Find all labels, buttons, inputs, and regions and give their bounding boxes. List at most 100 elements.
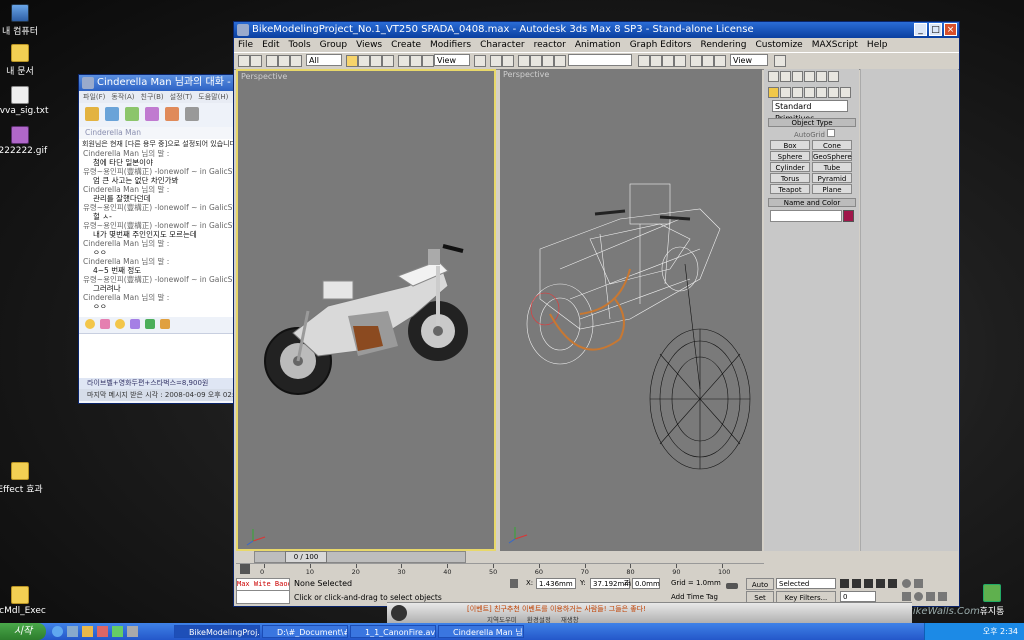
primitive-type-dropdown[interactable]: Standard Primitives	[772, 100, 848, 123]
create-torus-button[interactable]: Torus	[770, 173, 810, 183]
object-color-swatch[interactable]	[843, 210, 854, 222]
menu-character[interactable]: Character	[480, 38, 524, 52]
pan-icon[interactable]	[902, 592, 911, 601]
schematic-view-icon[interactable]	[674, 55, 686, 67]
field-of-view-icon[interactable]	[926, 592, 935, 601]
rotate-icon[interactable]	[410, 55, 422, 67]
create-tab-icon[interactable]	[768, 71, 779, 82]
play-icon[interactable]	[391, 605, 407, 621]
nateon-menu-action[interactable]: 동작(A)	[111, 91, 134, 103]
current-frame-field[interactable]: 0	[840, 591, 876, 602]
autogrid-checkbox[interactable]: AutoGrid	[794, 129, 836, 139]
bind-space-warp-icon[interactable]	[290, 55, 302, 67]
ie-icon[interactable]	[52, 626, 63, 637]
quick-render-icon[interactable]	[774, 55, 786, 67]
curve-editor-icon[interactable]	[662, 55, 674, 67]
create-geosphere-button[interactable]: GeoSphere	[812, 151, 852, 161]
orbit-icon[interactable]	[914, 592, 923, 601]
lock-selection-icon[interactable]	[510, 579, 518, 588]
snap-icon[interactable]	[518, 55, 530, 67]
name-and-color-rollout[interactable]: Name and Color	[768, 198, 856, 207]
menu-create[interactable]: Create	[391, 38, 421, 52]
percent-snap-icon[interactable]	[542, 55, 554, 67]
menu-reactor[interactable]: reactor	[534, 38, 566, 52]
selection-filter-dropdown[interactable]: All	[306, 54, 342, 66]
lights-icon[interactable]	[792, 87, 803, 98]
angle-snap-icon[interactable]	[530, 55, 542, 67]
maximize-viewport-icon[interactable]	[938, 592, 947, 601]
message-input[interactable]	[79, 333, 237, 378]
add-time-tag-button[interactable]: Add Time Tag	[671, 593, 718, 601]
menu-file[interactable]: File	[238, 38, 253, 52]
redo-icon[interactable]	[250, 55, 262, 67]
layer-manager-icon[interactable]	[650, 55, 662, 67]
render-setup-icon[interactable]	[702, 55, 714, 67]
track-bar[interactable]: 0 10 20 30 40 50 60 70 80 90 100	[236, 563, 764, 577]
pivot-icon[interactable]	[474, 55, 486, 67]
call-icon[interactable]	[125, 107, 139, 121]
menu-help[interactable]: Help	[867, 38, 888, 52]
menu-graph-editors[interactable]: Graph Editors	[630, 38, 692, 52]
media-icon[interactable]	[82, 626, 93, 637]
sticker-icon[interactable]	[130, 319, 140, 329]
desktop-icon-effect[interactable]: Effect 효과	[0, 462, 50, 495]
nateon-ad[interactable]: 라이브벨+영화두편+스타벅스=8,900원	[79, 378, 237, 389]
menu-group[interactable]: Group	[320, 38, 347, 52]
pen-icon[interactable]	[160, 319, 170, 329]
play-icon[interactable]	[864, 579, 873, 588]
helpers-icon[interactable]	[816, 87, 827, 98]
object-type-rollout[interactable]: Object Type	[768, 118, 856, 127]
menu-views[interactable]: Views	[356, 38, 382, 52]
motion-tab-icon[interactable]	[804, 71, 815, 82]
app-icon[interactable]	[97, 626, 108, 637]
create-sphere-button[interactable]: Sphere	[770, 151, 810, 161]
menu-customize[interactable]: Customize	[755, 38, 802, 52]
task-explorer[interactable]: D:\#_Document\#...	[262, 625, 348, 638]
nateon-menu-help[interactable]: 도움말(H)	[198, 91, 228, 103]
create-teapot-button[interactable]: Teapot	[770, 184, 810, 194]
block-icon[interactable]	[185, 107, 199, 121]
create-cylinder-button[interactable]: Cylinder	[770, 162, 810, 172]
close-button[interactable]: ×	[944, 23, 957, 36]
desktop-icon-txt[interactable]: divva_sig.txt	[0, 86, 50, 116]
scale-icon[interactable]	[422, 55, 434, 67]
create-plane-button[interactable]: Plane	[812, 184, 852, 194]
z-coordinate-field[interactable]: 0.0mm	[632, 578, 660, 589]
create-cone-button[interactable]: Cone	[812, 140, 852, 150]
auto-key-button[interactable]: Auto Key	[746, 578, 774, 601]
modify-tab-icon[interactable]	[780, 71, 791, 82]
emoticon-icon[interactable]	[115, 319, 125, 329]
start-button[interactable]: 시작	[0, 623, 46, 640]
material-editor-icon[interactable]	[690, 55, 702, 67]
previous-frame-icon[interactable]	[852, 579, 861, 588]
render-view-dropdown[interactable]: View	[730, 54, 768, 66]
align-icon[interactable]	[502, 55, 514, 67]
go-to-end-icon[interactable]	[888, 579, 897, 588]
desktop-icon-my-computer[interactable]: 내 컴퓨터	[0, 4, 50, 37]
systems-icon[interactable]	[840, 87, 851, 98]
task-3dsmax[interactable]: BikeModelingProj...	[174, 625, 260, 638]
hierarchy-tab-icon[interactable]	[792, 71, 803, 82]
region-select-icon[interactable]	[370, 55, 382, 67]
viewport-perspective-wireframe[interactable]: Perspective	[500, 69, 762, 551]
x-coordinate-field[interactable]: 1.436mm	[536, 578, 576, 589]
menu-animation[interactable]: Animation	[575, 38, 621, 52]
task-nateon-chat[interactable]: Cinderella Man 님...	[438, 625, 524, 638]
cameras-icon[interactable]	[804, 87, 815, 98]
menu-tools[interactable]: Tools	[289, 38, 311, 52]
maximize-button[interactable]: □	[929, 23, 942, 36]
create-tube-button[interactable]: Tube	[812, 162, 852, 172]
undo-icon[interactable]	[238, 55, 250, 67]
create-box-button[interactable]: Box	[770, 140, 810, 150]
key-icon[interactable]	[726, 583, 738, 589]
select-by-name-icon[interactable]	[358, 55, 370, 67]
menu-rendering[interactable]: Rendering	[701, 38, 747, 52]
key-mode-dropdown[interactable]: Selected	[776, 578, 836, 589]
next-frame-icon[interactable]	[876, 579, 885, 588]
viewport-perspective-shaded[interactable]: Perspective	[236, 69, 496, 551]
select-object-icon[interactable]	[346, 55, 358, 67]
minimize-button[interactable]: _	[914, 23, 927, 36]
zoom-all-icon[interactable]	[914, 579, 923, 588]
mirror-icon[interactable]	[490, 55, 502, 67]
menu-edit[interactable]: Edit	[262, 38, 279, 52]
